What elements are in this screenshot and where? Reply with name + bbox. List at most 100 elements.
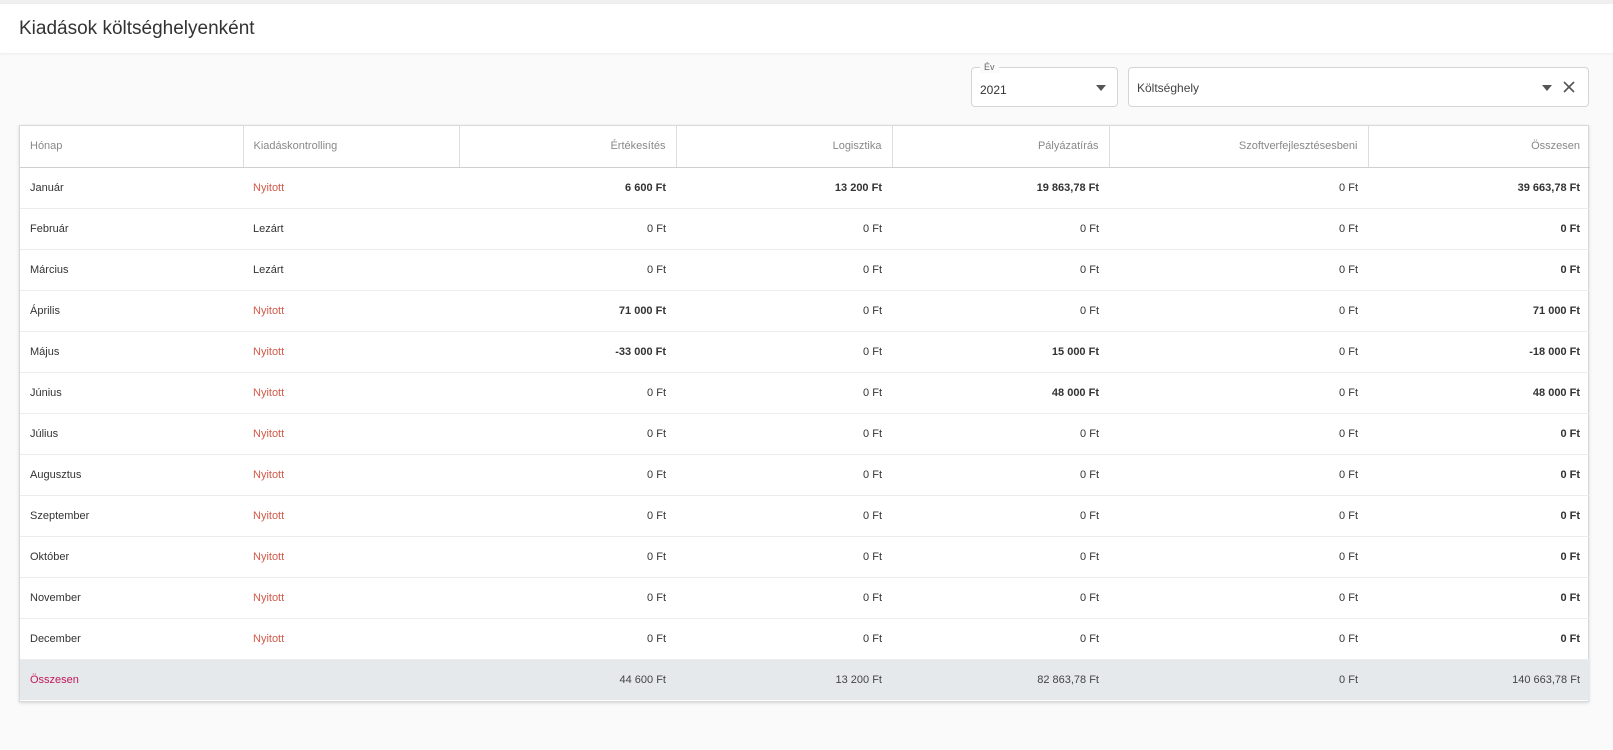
amount-cell: 0 Ft bbox=[1368, 413, 1590, 455]
amount-cell: 0 Ft bbox=[1109, 454, 1368, 496]
amount-cell: 0 Ft bbox=[676, 413, 892, 455]
month-cell: Január bbox=[20, 167, 243, 209]
table-row: Május Nyitott -33 000 Ft 0 Ft 15 000 Ft 0 Ft -… bbox=[20, 331, 1590, 373]
chevron-down-icon bbox=[1542, 85, 1552, 91]
month-cell: Július bbox=[20, 413, 243, 455]
amount-cell: -18 000 Ft bbox=[1368, 331, 1590, 373]
controlling-status-cell: Lezárt bbox=[243, 208, 459, 250]
controlling-status-cell: Nyitott bbox=[243, 618, 459, 660]
amount-cell: 0 Ft bbox=[892, 577, 1109, 619]
amount-cell: 0 Ft bbox=[459, 372, 676, 414]
amount-cell: 0 Ft bbox=[892, 454, 1109, 496]
amount-cell: 71 000 Ft bbox=[459, 290, 676, 332]
amount-cell: 0 Ft bbox=[1368, 618, 1590, 660]
amount-cell: 0 Ft bbox=[676, 577, 892, 619]
cost-center-select[interactable]: Költséghely bbox=[1128, 67, 1589, 107]
column-header-sales[interactable]: Értékesítés bbox=[459, 126, 677, 168]
amount-cell: 0 Ft bbox=[1109, 536, 1368, 578]
month-cell: Augusztus bbox=[20, 454, 243, 496]
column-header-controlling[interactable]: Kiadáskontrolling bbox=[243, 126, 460, 168]
amount-cell: 48 000 Ft bbox=[1368, 372, 1590, 414]
controlling-status-cell: Nyitott bbox=[243, 454, 459, 496]
amount-cell: 0 Ft bbox=[1109, 372, 1368, 414]
amount-cell: 0 Ft bbox=[459, 249, 676, 291]
month-cell: November bbox=[20, 577, 243, 619]
amount-cell: 0 Ft bbox=[459, 208, 676, 250]
totals-cell: 140 663,78 Ft bbox=[1512, 673, 1580, 686]
column-header-logistics[interactable]: Logisztika bbox=[676, 126, 893, 168]
amount-cell: -33 000 Ft bbox=[459, 331, 676, 373]
amount-cell: 0 Ft bbox=[892, 495, 1109, 537]
chevron-down-icon bbox=[1096, 85, 1106, 91]
month-cell: December bbox=[20, 618, 243, 660]
controlling-status-cell: Nyitott bbox=[243, 495, 459, 537]
amount-cell: 0 Ft bbox=[676, 454, 892, 496]
amount-cell: 0 Ft bbox=[1109, 413, 1368, 455]
amount-cell: 0 Ft bbox=[1109, 208, 1368, 250]
column-header-grant-writing[interactable]: Pályázatírás bbox=[892, 126, 1110, 168]
controlling-status-cell: Nyitott bbox=[243, 331, 459, 373]
amount-cell: 0 Ft bbox=[1368, 577, 1590, 619]
amount-cell: 13 200 Ft bbox=[676, 167, 892, 209]
month-cell: Szeptember bbox=[20, 495, 243, 537]
table-row: Február Lezárt 0 Ft 0 Ft 0 Ft 0 Ft 0 Ft bbox=[20, 208, 1590, 250]
amount-cell: 0 Ft bbox=[1109, 577, 1368, 619]
cost-center-placeholder: Költséghely bbox=[1137, 81, 1200, 95]
controlling-status-cell: Nyitott bbox=[243, 167, 459, 209]
amount-cell: 0 Ft bbox=[676, 208, 892, 250]
column-header-total[interactable]: Összesen bbox=[1368, 126, 1590, 168]
totals-empty-cell bbox=[243, 659, 459, 700]
totals-cell: 82 863,78 Ft bbox=[1037, 673, 1099, 686]
month-cell: Június bbox=[20, 372, 243, 414]
amount-cell: 0 Ft bbox=[459, 413, 676, 455]
amount-cell: 0 Ft bbox=[892, 290, 1109, 332]
amount-cell: 48 000 Ft bbox=[892, 372, 1109, 414]
amount-cell: 0 Ft bbox=[676, 290, 892, 332]
year-select[interactable]: Év 2021 bbox=[971, 61, 1118, 107]
expenses-table-card: Hónap Kiadáskontrolling Értékesítés Logi… bbox=[19, 125, 1590, 702]
amount-cell: 0 Ft bbox=[1109, 495, 1368, 537]
amount-cell: 71 000 Ft bbox=[1368, 290, 1590, 332]
amount-cell: 39 663,78 Ft bbox=[1368, 167, 1590, 209]
amount-cell: 0 Ft bbox=[676, 331, 892, 373]
amount-cell: 19 863,78 Ft bbox=[892, 167, 1109, 209]
amount-cell: 6 600 Ft bbox=[459, 167, 676, 209]
table-row: Június Nyitott 0 Ft 0 Ft 48 000 Ft 0 Ft 48 000… bbox=[20, 372, 1590, 414]
amount-cell: 0 Ft bbox=[459, 495, 676, 537]
table-row: Március Lezárt 0 Ft 0 Ft 0 Ft 0 Ft 0 Ft bbox=[20, 249, 1590, 291]
close-icon[interactable] bbox=[1562, 80, 1576, 94]
controlling-status-cell: Lezárt bbox=[243, 249, 459, 291]
month-cell: Március bbox=[20, 249, 243, 291]
table-row: Január Nyitott 6 600 Ft 13 200 Ft 19 863,78 … bbox=[20, 167, 1590, 209]
column-header-month[interactable]: Hónap bbox=[20, 126, 244, 168]
amount-cell: 0 Ft bbox=[676, 536, 892, 578]
expenses-table: Hónap Kiadáskontrolling Értékesítés Logi… bbox=[20, 126, 1590, 700]
table-row: November Nyitott 0 Ft 0 Ft 0 Ft 0 Ft 0 Ft bbox=[20, 577, 1590, 619]
amount-cell: 0 Ft bbox=[892, 208, 1109, 250]
year-select-label: Év bbox=[980, 61, 999, 73]
totals-cell: 0 Ft bbox=[1339, 673, 1358, 686]
month-cell: Május bbox=[20, 331, 243, 373]
amount-cell: 0 Ft bbox=[1109, 290, 1368, 332]
amount-cell: 0 Ft bbox=[1368, 249, 1590, 291]
controlling-status-cell: Nyitott bbox=[243, 577, 459, 619]
amount-cell: 0 Ft bbox=[459, 618, 676, 660]
amount-cell: 15 000 Ft bbox=[892, 331, 1109, 373]
amount-cell: 0 Ft bbox=[892, 413, 1109, 455]
amount-cell: 0 Ft bbox=[676, 495, 892, 537]
amount-cell: 0 Ft bbox=[1368, 536, 1590, 578]
month-cell: Április bbox=[20, 290, 243, 332]
amount-cell: 0 Ft bbox=[1109, 331, 1368, 373]
amount-cell: 0 Ft bbox=[1109, 167, 1368, 209]
amount-cell: 0 Ft bbox=[1368, 454, 1590, 496]
table-row: Szeptember Nyitott 0 Ft 0 Ft 0 Ft 0 Ft 0 Ft bbox=[20, 495, 1590, 537]
totals-label: Összesen bbox=[30, 673, 79, 686]
amount-cell: 0 Ft bbox=[459, 454, 676, 496]
amount-cell: 0 Ft bbox=[892, 249, 1109, 291]
column-header-software-dev[interactable]: Szoftverfejlesztésesbeni bbox=[1109, 126, 1369, 168]
amount-cell: 0 Ft bbox=[676, 249, 892, 291]
page-header: Kiadások költséghelyenként bbox=[0, 4, 1613, 53]
controlling-status-cell: Nyitott bbox=[243, 372, 459, 414]
amount-cell: 0 Ft bbox=[1109, 249, 1368, 291]
table-row: Április Nyitott 71 000 Ft 0 Ft 0 Ft 0 Ft 71 00… bbox=[20, 290, 1590, 332]
